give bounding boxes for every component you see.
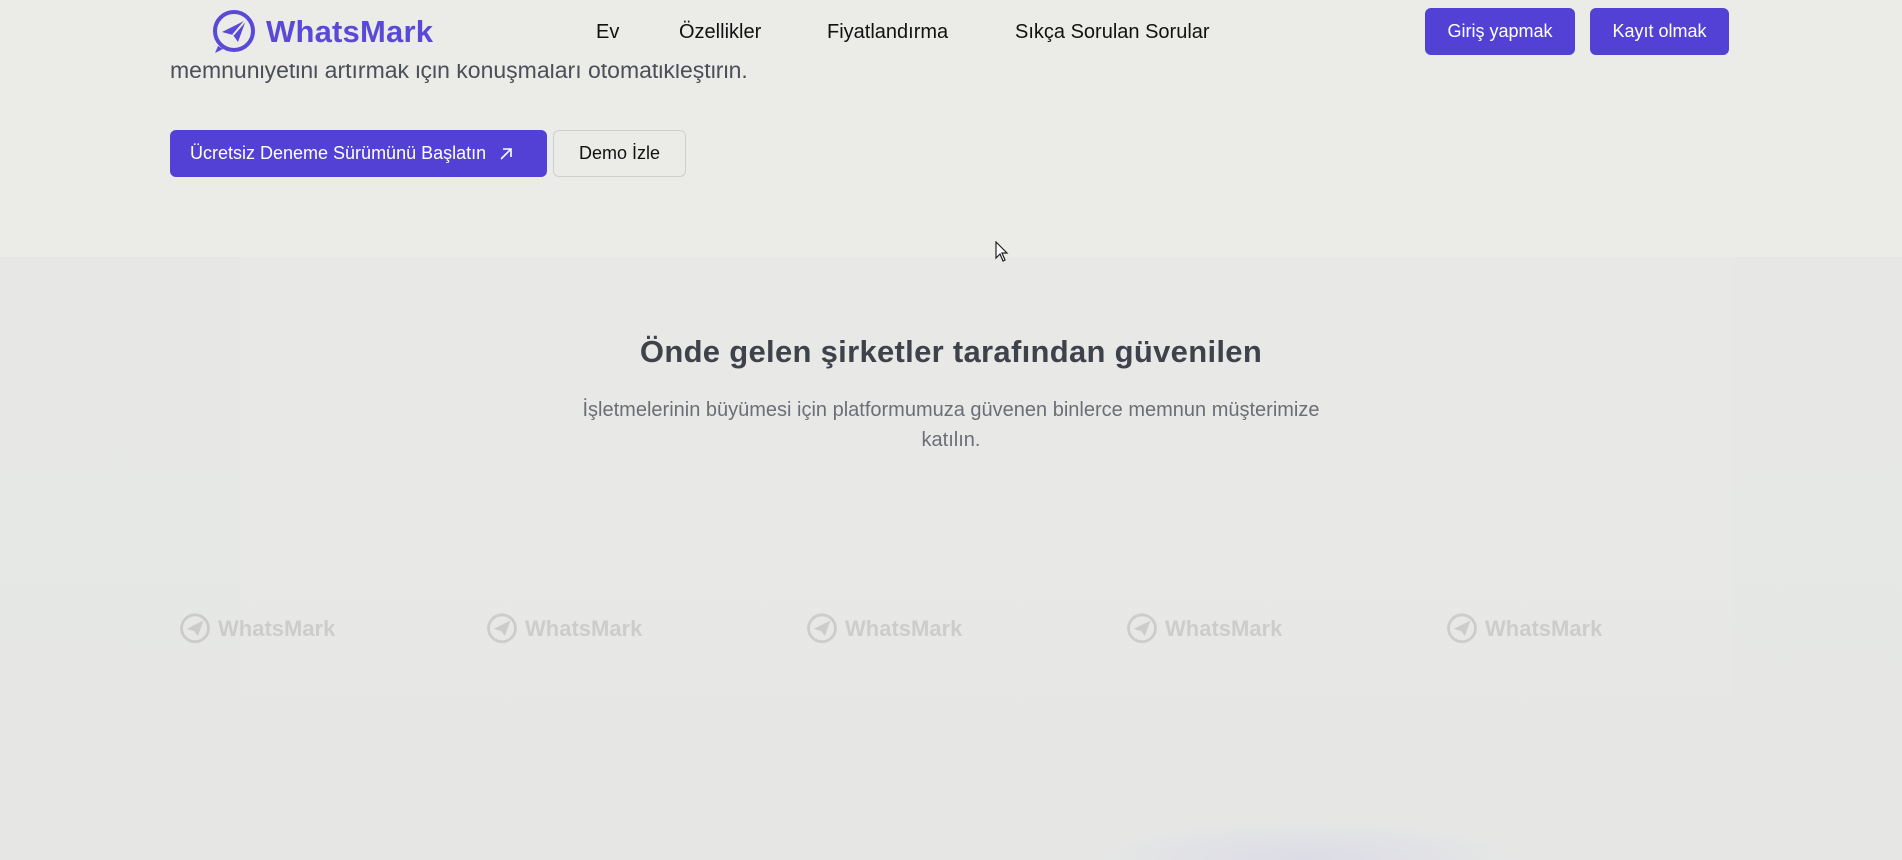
nav-item-faq[interactable]: Sıkça Sorulan Sorular	[1015, 19, 1210, 45]
paper-plane-chat-icon	[180, 613, 210, 644]
signup-button[interactable]: Kayıt olmak	[1590, 8, 1729, 55]
nav-item-home[interactable]: Ev	[596, 19, 619, 45]
signup-label: Kayıt olmak	[1612, 21, 1707, 41]
login-button[interactable]: Giriş yapmak	[1425, 8, 1575, 55]
client-logo-name: WhatsMark	[218, 616, 336, 641]
watch-demo-button[interactable]: Demo İzle	[553, 130, 687, 177]
paper-plane-chat-icon	[1127, 613, 1157, 644]
hero-cta-row: Ücretsiz Deneme Sürümünü Başlatın Demo İ…	[170, 130, 687, 177]
client-logos: WhatsMark WhatsMark WhatsMark WhatsMark …	[170, 595, 1730, 661]
client-logo-name: WhatsMark	[1165, 616, 1283, 641]
client-logo-name: WhatsMark	[525, 616, 643, 641]
client-logo: WhatsMark	[1125, 612, 1282, 646]
nav-item-features[interactable]: Özellikler	[679, 19, 761, 45]
watch-demo-label: Demo İzle	[579, 143, 661, 163]
start-free-trial-button[interactable]: Ücretsiz Deneme Sürümünü Başlatın	[170, 130, 547, 177]
paper-plane-chat-icon	[807, 613, 837, 644]
arrow-up-right-icon	[500, 147, 512, 160]
start-free-trial-label: Ücretsiz Deneme Sürümünü Başlatın	[190, 143, 487, 163]
client-logo-name: WhatsMark	[1485, 616, 1603, 641]
client-logo: WhatsMark	[805, 612, 962, 646]
client-logo-name: WhatsMark	[845, 616, 963, 641]
client-logo: WhatsMark	[178, 612, 335, 646]
login-label: Giriş yapmak	[1447, 21, 1553, 41]
nav-item-pricing[interactable]: Fiyatlandırma	[827, 19, 948, 45]
trusted-title: Önde gelen şirketler tarafından güvenile…	[639, 334, 1263, 369]
paper-plane-chat-icon	[487, 613, 517, 644]
trusted-subtitle: İşletmelerinin büyümesi için platformumu…	[582, 399, 1320, 451]
site-header: WhatsMark Ev Özellikler Fiyatlandırma Sı…	[0, 0, 1902, 64]
client-logo: WhatsMark	[485, 612, 642, 646]
paper-plane-chat-icon	[1447, 613, 1477, 644]
client-logo: WhatsMark	[1445, 612, 1602, 646]
mouse-pointer-icon	[995, 241, 1009, 262]
